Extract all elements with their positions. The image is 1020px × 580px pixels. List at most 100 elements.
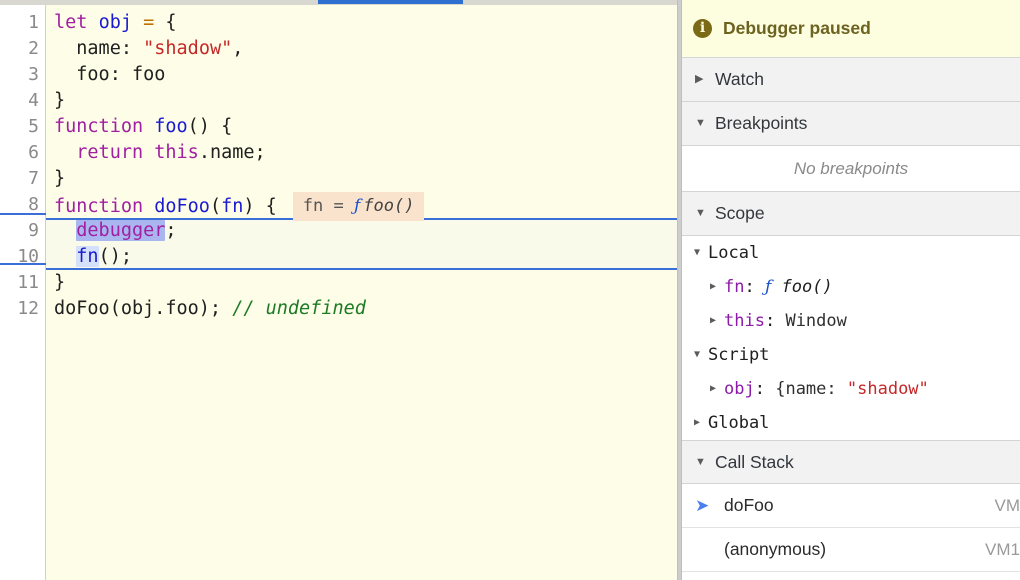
scope-var-fn[interactable]: fn: ƒ foo() [682,270,1020,304]
scope-var-obj[interactable]: obj: {name: "shadow" [682,372,1020,406]
chevron-down-icon[interactable] [695,118,706,129]
scope-var-value: Window [785,311,847,331]
line-number[interactable]: 12 [0,296,45,322]
inline-value-hint: fn = ƒ foo() [292,192,425,221]
editor-tab-strip[interactable] [0,0,677,5]
call-stack-row-active[interactable]: doFoo VM [682,484,1020,528]
code-line-9[interactable]: debugger; [46,218,677,244]
line-number-gutter[interactable]: 1 2 3 4 5 6 7 8 9 10 11 12 [0,5,46,580]
token-brace: } [54,272,66,293]
section-title-watch: Watch [715,69,764,89]
scope-group-script[interactable]: Script [682,338,1020,372]
section-header-scope[interactable]: Scope [682,192,1020,236]
token-call-expression: doFoo(obj.foo); [54,298,222,319]
code-line-3[interactable]: foo: foo [46,62,677,88]
code-line-10[interactable]: fn(); [46,244,677,270]
token-keyword: let [54,12,88,33]
code-line-6[interactable]: return this.name; [46,140,677,166]
token-this: this [154,142,199,163]
section-title-breakpoints: Breakpoints [715,113,808,133]
section-header-watch[interactable]: Watch [682,58,1020,102]
call-stack-frame-location: VM1 [985,539,1020,559]
scope-var-value: foo() [781,277,833,297]
line-number[interactable]: 1 [0,10,45,36]
token-string: "shadow" [143,38,233,59]
no-breakpoints-message: No breakpoints [682,146,1020,192]
token-debugger-selected: debugger [76,220,166,241]
scope-var-name: this [724,311,765,331]
code-line-7[interactable]: } [46,166,677,192]
chevron-right-icon[interactable] [694,418,708,428]
section-header-call-stack[interactable]: Call Stack [682,440,1020,484]
active-tab-indicator [318,0,463,4]
line-number[interactable]: 4 [0,88,45,114]
line-number[interactable]: 8 [0,192,45,218]
source-editor-pane[interactable]: 1 2 3 4 5 6 7 8 9 10 11 12 let obj = { n… [0,0,677,580]
section-header-breakpoints[interactable]: Breakpoints [682,102,1020,146]
call-stack-frame-name: doFoo [724,495,774,515]
scope-var-name: obj [724,379,755,399]
line-number[interactable]: 7 [0,166,45,192]
token-property: foo: foo [76,64,166,85]
code-text-area[interactable]: let obj = { name: "shadow", foo: foo } f… [46,5,677,580]
line-number[interactable]: 3 [0,62,45,88]
hint-expression: fn = [302,196,344,216]
scope-group-label: Global [708,413,770,433]
line-number[interactable]: 6 [0,140,45,166]
line-number[interactable]: 11 [0,270,45,296]
chevron-down-icon[interactable] [694,350,708,360]
token-function-name: foo [154,116,188,137]
token-brace: { [165,12,177,33]
token-keyword: function [54,196,144,217]
scope-group-local[interactable]: Local [682,236,1020,270]
code-line-4[interactable]: } [46,88,677,114]
token-member: .name; [198,142,266,163]
token-comment: // undefined [232,298,366,319]
token-comma: , [232,38,244,59]
chevron-right-icon[interactable] [710,384,724,394]
token-punct: ) { [243,196,277,217]
scope-group-label: Local [708,243,760,263]
line-number[interactable]: 9 [0,218,45,244]
scope-group-label: Script [708,345,770,365]
scope-group-global[interactable]: Global [682,406,1020,440]
line-number[interactable]: 5 [0,114,45,140]
token-paren: ( [209,196,222,217]
chevron-down-icon[interactable] [694,248,708,258]
scope-var-colon: : [764,311,776,331]
chevron-right-icon[interactable] [710,282,724,292]
token-keyword: return [76,142,144,163]
code-line-11[interactable]: } [46,270,677,296]
paused-banner-label: Debugger paused [723,18,871,38]
code-line-8[interactable]: function doFoo(fn) {fn = ƒ foo() [46,192,677,221]
chevron-right-icon[interactable] [695,74,706,85]
token-function-name: doFoo [154,196,210,217]
line-number[interactable]: 2 [0,36,45,62]
code-line-1[interactable]: let obj = { [46,10,677,36]
code-line-12[interactable]: doFoo(obj.foo); // undefined [46,296,677,322]
call-stack-frame-location: VM [994,495,1020,515]
chevron-down-icon[interactable] [695,208,706,219]
call-stack-row[interactable]: (anonymous) VM1 [682,528,1020,572]
code-line-5[interactable]: function foo() { [46,114,677,140]
chevron-down-icon[interactable] [695,457,706,468]
scope-var-object-preview: {name: [775,379,837,399]
scope-var-string-value: "shadow" [846,379,929,399]
scope-var-this[interactable]: this: Window [682,304,1020,338]
token-identifier: obj [98,12,132,33]
code-line-2[interactable]: name: "shadow", [46,36,677,62]
hint-function-name: foo() [363,196,415,216]
chevron-right-icon[interactable] [710,316,724,326]
line-number[interactable]: 10 [0,244,45,270]
debugger-paused-banner: i Debugger paused [682,0,1020,58]
